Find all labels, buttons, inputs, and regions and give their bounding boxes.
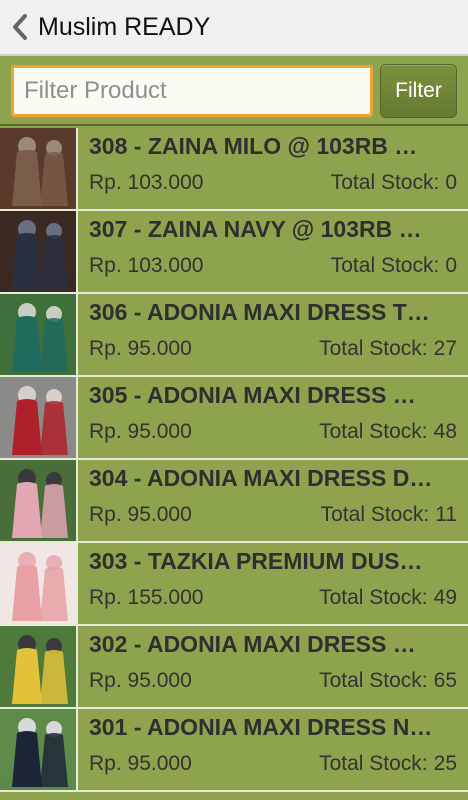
- product-row[interactable]: 308 - ZAINA MILO @ 103RB … Rp. 103.000 Tot…: [0, 128, 468, 211]
- action-bar: Muslim READY: [0, 0, 468, 56]
- filter-button[interactable]: Filter: [380, 64, 457, 118]
- product-stock: Total Stock: 65: [319, 666, 457, 696]
- stock-value: 49: [433, 586, 457, 609]
- stock-label: Total Stock:: [319, 752, 428, 775]
- filter-product-input[interactable]: [11, 65, 373, 117]
- product-row[interactable]: 303 - TAZKIA PREMIUM DUS… Rp. 155.000 Tota…: [0, 543, 468, 626]
- stock-value: 0: [445, 171, 457, 194]
- stock-value: 65: [433, 669, 457, 692]
- stock-value: 25: [433, 752, 457, 775]
- product-price: Rp. 155.000: [89, 586, 204, 609]
- stock-label: Total Stock:: [330, 171, 440, 194]
- product-thumbnail: [0, 377, 78, 458]
- stock-label: Total Stock:: [319, 669, 428, 692]
- product-row[interactable]: 307 - ZAINA NAVY @ 103RB … Rp. 103.000 Tot…: [0, 211, 468, 294]
- stock-label: Total Stock:: [319, 586, 428, 609]
- product-list: 308 - ZAINA MILO @ 103RB … Rp. 103.000 Tot…: [0, 128, 468, 792]
- product-row[interactable]: 304 - ADONIA MAXI DRESS D… Rp. 95.000 Tota…: [0, 460, 468, 543]
- stock-label: Total Stock:: [330, 254, 440, 277]
- stock-label: Total Stock:: [320, 503, 430, 526]
- product-row[interactable]: 302 - ADONIA MAXI DRESS … Rp. 95.000 Total…: [0, 626, 468, 709]
- stock-value: 48: [433, 420, 457, 443]
- product-title: 302 - ADONIA MAXI DRESS …: [89, 631, 416, 657]
- product-stock: Total Stock: 27: [319, 334, 457, 364]
- product-price: Rp. 95.000: [89, 337, 192, 360]
- product-thumbnail: [0, 626, 78, 707]
- product-stock: Total Stock: 49: [319, 583, 457, 613]
- product-title: 305 - ADONIA MAXI DRESS …: [89, 382, 416, 408]
- page-title: Muslim READY: [38, 12, 211, 41]
- product-title: 308 - ZAINA MILO @ 103RB …: [89, 133, 418, 159]
- product-row[interactable]: 306 - ADONIA MAXI DRESS T… Rp. 95.000 Tota…: [0, 294, 468, 377]
- product-thumbnail: [0, 543, 78, 624]
- product-price: Rp. 95.000: [89, 420, 192, 443]
- product-stock: Total Stock: 0: [331, 168, 457, 198]
- product-thumbnail: [0, 460, 78, 541]
- product-thumbnail: [0, 294, 78, 375]
- product-title: 307 - ZAINA NAVY @ 103RB …: [89, 216, 422, 242]
- product-title: 306 - ADONIA MAXI DRESS T…: [89, 299, 430, 325]
- product-price: Rp. 103.000: [89, 171, 204, 194]
- filter-bar: Filter: [0, 58, 468, 126]
- product-stock: Total Stock: 11: [321, 500, 457, 530]
- stock-value: 11: [435, 503, 457, 526]
- product-title: 304 - ADONIA MAXI DRESS D…: [89, 465, 433, 491]
- chevron-left-icon[interactable]: [8, 7, 32, 47]
- product-price: Rp. 103.000: [89, 254, 204, 277]
- product-stock: Total Stock: 48: [319, 417, 457, 447]
- stock-value: 0: [445, 254, 457, 277]
- product-title: 301 - ADONIA MAXI DRESS N…: [89, 714, 433, 740]
- stock-label: Total Stock:: [319, 337, 428, 360]
- product-thumbnail: [0, 211, 78, 292]
- product-price: Rp. 95.000: [89, 752, 192, 775]
- product-thumbnail: [0, 128, 78, 209]
- stock-value: 27: [433, 337, 457, 360]
- product-row[interactable]: 301 - ADONIA MAXI DRESS N… Rp. 95.000 Tota…: [0, 709, 468, 792]
- product-thumbnail: [0, 709, 78, 790]
- product-stock: Total Stock: 0: [331, 251, 457, 281]
- product-title: 303 - TAZKIA PREMIUM DUS…: [89, 548, 423, 574]
- stock-label: Total Stock:: [319, 420, 428, 443]
- product-price: Rp. 95.000: [89, 669, 192, 692]
- product-price: Rp. 95.000: [89, 503, 192, 526]
- product-stock: Total Stock: 25: [319, 749, 457, 779]
- product-row[interactable]: 305 - ADONIA MAXI DRESS … Rp. 95.000 Total…: [0, 377, 468, 460]
